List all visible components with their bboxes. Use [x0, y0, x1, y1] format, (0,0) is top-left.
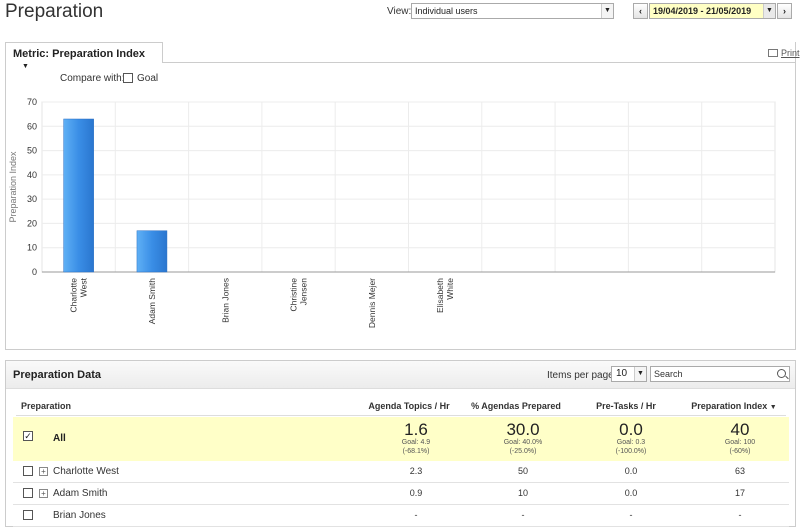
table-row[interactable]: Brian Jones - - - - [13, 505, 789, 527]
y-tick-label: 40 [27, 170, 37, 180]
goal-checkbox[interactable] [123, 73, 133, 83]
table-row[interactable]: + Charlotte West 2.3 50 0.0 63 [13, 461, 789, 483]
date-range-select[interactable]: 19/04/2019 - 21/05/2019 ▼ [649, 3, 776, 19]
cell-agendas-prepared: 10 [517, 488, 528, 498]
all-value: 1.6 [404, 420, 428, 439]
metric-tab-label: Metric: Preparation Index [13, 48, 146, 60]
row-checkbox[interactable] [23, 466, 33, 476]
chevron-down-icon: ▼ [601, 4, 613, 18]
date-prev-button[interactable]: ‹ [633, 3, 648, 19]
all-value: 0.0 [619, 420, 643, 439]
y-tick-label: 30 [27, 194, 37, 204]
row-name: Brian Jones [53, 510, 106, 521]
all-checkbox[interactable]: ✓ [23, 431, 33, 441]
date-next-button[interactable]: › [777, 3, 792, 19]
all-value: 40 [730, 420, 750, 439]
data-panel-title: Preparation Data [13, 369, 102, 381]
caret-down-icon: ▼ [22, 63, 29, 70]
expand-icon[interactable]: + [39, 467, 48, 476]
cell-agendas-prepared: 50 [517, 466, 528, 476]
search-placeholder: Search [654, 369, 683, 379]
cell-agendas-prepared: - [521, 510, 525, 520]
x-tick-label: Brian Jones [220, 278, 230, 323]
col-pre-tasks[interactable]: Pre-Tasks / Hr [581, 401, 671, 411]
search-icon[interactable] [777, 369, 786, 378]
bar [136, 230, 168, 273]
y-tick-label: 10 [27, 243, 37, 253]
all-goal: Goal: 0.3 [616, 439, 646, 446]
bar [63, 118, 94, 273]
all-goal: Goal: 4.9 [401, 439, 431, 446]
row-checkbox[interactable] [23, 488, 33, 498]
cell-pre-tasks: 0.0 [624, 488, 638, 498]
view-label: View: [387, 6, 412, 17]
col-preparation-index-label: Preparation Index [691, 401, 768, 411]
all-value: 30.0 [506, 420, 540, 439]
cell-agenda-topics: 0.9 [409, 488, 423, 498]
print-label: Print [781, 48, 800, 58]
header-divider [16, 415, 786, 416]
col-agenda-topics[interactable]: Agenda Topics / Hr [364, 401, 454, 411]
x-tick-label: West [79, 277, 89, 297]
x-tick-label: Adam Smith [147, 278, 157, 325]
all-delta: (-100.0%) [615, 448, 647, 455]
data-panel-header: Preparation Data Items per page 10 ▼ Sea… [6, 361, 795, 389]
x-tick-label: Charlotte [69, 278, 79, 313]
items-per-page-label: Items per page [547, 370, 614, 381]
expand-icon[interactable]: + [39, 489, 48, 498]
all-delta: (-25.0%) [509, 448, 537, 455]
y-tick-label: 60 [27, 121, 37, 131]
goal-label: Goal [137, 73, 159, 84]
date-range-value: 19/04/2019 - 21/05/2019 [653, 6, 752, 16]
compare-with-label: Compare with: [60, 73, 125, 84]
page-title: Preparation [5, 1, 104, 22]
y-tick-label: 70 [27, 97, 37, 107]
x-tick-label: Jensen [299, 278, 309, 306]
col-agendas-prepared[interactable]: % Agendas Prepared [466, 401, 566, 411]
bar-chart: 0 10 20 30 40 50 60 70 Preparation Index Charlott… [8, 97, 776, 328]
cell-agenda-topics: - [414, 510, 418, 520]
chevron-down-icon: ▼ [634, 367, 646, 381]
y-tick-label: 20 [27, 218, 37, 228]
cell-preparation-index: 63 [734, 466, 745, 476]
items-per-page-select[interactable]: 10 ▼ [611, 366, 647, 382]
cell-preparation-index: - [738, 510, 742, 520]
col-preparation-index[interactable]: Preparation Index ▼ [684, 401, 784, 411]
y-tick-label: 50 [27, 146, 37, 156]
row-name: Charlotte West [53, 466, 119, 477]
y-tick-label: 0 [32, 267, 37, 277]
x-tick-label: White [445, 278, 455, 300]
row-checkbox[interactable] [23, 510, 33, 520]
x-tick-label: Elisabeth [435, 278, 445, 313]
cell-preparation-index: 17 [734, 488, 745, 498]
y-axis-label: Preparation Index [8, 151, 18, 223]
all-delta: (-60%) [729, 448, 751, 455]
printer-icon [768, 49, 778, 57]
items-per-page-value: 10 [616, 368, 628, 379]
col-preparation[interactable]: Preparation [21, 401, 71, 411]
data-panel: Preparation Data Items per page 10 ▼ Sea… [5, 360, 796, 527]
cell-pre-tasks: 0.0 [624, 466, 638, 476]
all-label: All [53, 433, 66, 444]
sort-desc-icon: ▼ [769, 404, 777, 411]
x-tick-label: Christine [289, 278, 299, 312]
cell-agenda-topics: 2.3 [409, 466, 423, 476]
search-input[interactable]: Search [650, 366, 790, 382]
all-delta: (-68.1%) [402, 448, 430, 455]
print-link[interactable]: Print [768, 48, 800, 58]
table-row[interactable]: + Adam Smith 0.9 10 0.0 17 [13, 483, 789, 505]
metric-tab[interactable]: Metric: Preparation Index ▼ [5, 42, 163, 70]
cell-pre-tasks: - [629, 510, 633, 520]
all-goal: Goal: 40.0% [503, 439, 543, 446]
view-select[interactable]: Individual users ▼ [411, 3, 614, 19]
all-goal: Goal: 100 [724, 439, 756, 446]
chevron-down-icon: ▼ [763, 4, 775, 18]
x-tick-label: Dennis Mejer [367, 278, 377, 328]
all-row: ✓ All 1.6 Goal: 4.9 (-68.1%) 30.0 Goal: … [13, 417, 789, 461]
row-name: Adam Smith [53, 488, 108, 499]
view-select-value: Individual users [415, 6, 478, 16]
panel-divider [162, 62, 796, 63]
